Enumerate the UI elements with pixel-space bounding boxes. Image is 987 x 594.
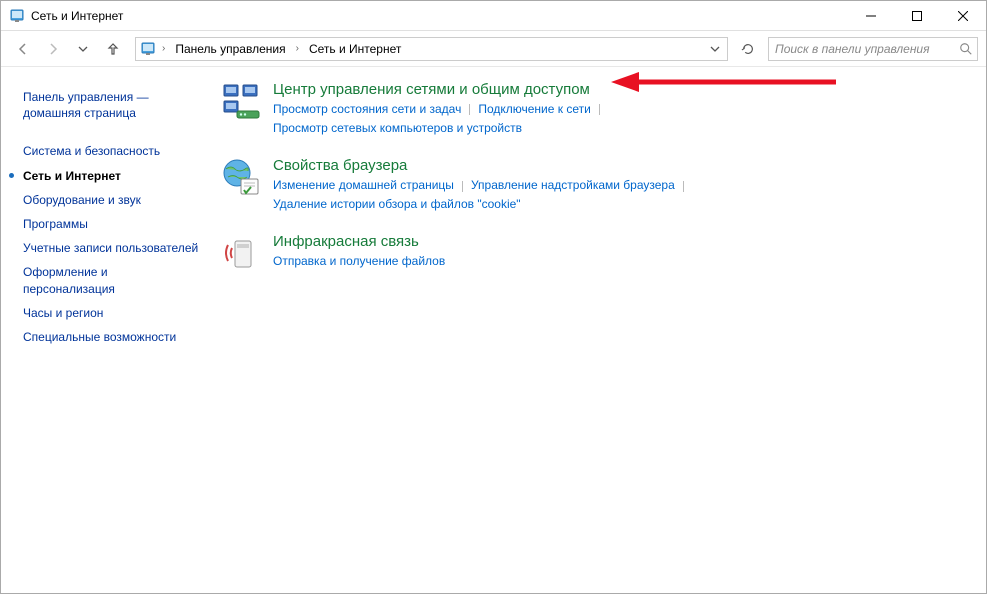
- link-connect-network[interactable]: Подключение к сети: [478, 102, 590, 116]
- link-separator: [599, 104, 600, 115]
- link-separator: [469, 104, 470, 115]
- search-input[interactable]: [773, 41, 959, 57]
- up-button[interactable]: [99, 35, 127, 63]
- refresh-button[interactable]: [736, 37, 760, 61]
- link-separator: [462, 181, 463, 192]
- sublinks: Просмотр состояния сети и задач Подключен…: [273, 100, 966, 137]
- sidebar-item-clock[interactable]: Часы и регион: [23, 301, 201, 325]
- breadcrumb[interactable]: › Панель управления › Сеть и Интернет: [135, 37, 728, 61]
- window-title: Сеть и Интернет: [31, 9, 123, 23]
- category-title-infrared[interactable]: Инфракрасная связь: [273, 233, 966, 250]
- category-body: Свойства браузера Изменение домашней стр…: [273, 157, 966, 213]
- sidebar-item-system[interactable]: Система и безопасность: [23, 139, 201, 163]
- window-controls: [848, 1, 986, 31]
- sidebar-item-programs[interactable]: Программы: [23, 212, 201, 236]
- link-separator: [683, 181, 684, 192]
- category-network-sharing: Центр управления сетями и общим доступом…: [221, 81, 966, 137]
- control-panel-icon: [140, 41, 156, 57]
- link-view-status[interactable]: Просмотр состояния сети и задач: [273, 102, 461, 116]
- body: Панель управления — домашняя страница Си…: [1, 67, 986, 593]
- back-button[interactable]: [9, 35, 37, 63]
- forward-button[interactable]: [39, 35, 67, 63]
- category-infrared: Инфракрасная связь Отправка и получение …: [221, 233, 966, 273]
- category-browser: Свойства браузера Изменение домашней стр…: [221, 157, 966, 213]
- category-title-network-sharing[interactable]: Центр управления сетями и общим доступом: [273, 81, 966, 98]
- breadcrumb-item-control-panel[interactable]: Панель управления: [171, 40, 289, 58]
- navbar: › Панель управления › Сеть и Интернет: [1, 31, 986, 67]
- search-icon[interactable]: [959, 42, 973, 56]
- link-send-receive-files[interactable]: Отправка и получение файлов: [273, 254, 445, 268]
- link-view-computers[interactable]: Просмотр сетевых компьютеров и устройств: [273, 121, 522, 135]
- sidebar-item-accessibility[interactable]: Специальные возможности: [23, 325, 201, 349]
- chevron-right-icon[interactable]: ›: [294, 43, 301, 54]
- sidebar-item-network[interactable]: Сеть и Интернет: [23, 164, 201, 188]
- titlebar: Сеть и Интернет: [1, 1, 986, 31]
- chevron-right-icon[interactable]: ›: [160, 43, 167, 54]
- control-panel-icon: [9, 8, 25, 24]
- link-manage-addons[interactable]: Управление надстройками браузера: [471, 178, 675, 192]
- sidebar-item-hardware[interactable]: Оборудование и звук: [23, 188, 201, 212]
- close-button[interactable]: [940, 1, 986, 31]
- sublinks: Изменение домашней страницы Управление на…: [273, 176, 966, 213]
- link-change-homepage[interactable]: Изменение домашней страницы: [273, 178, 454, 192]
- sidebar-item-accounts[interactable]: Учетные записи пользователей: [23, 236, 201, 260]
- content: Центр управления сетями и общим доступом…: [211, 67, 986, 593]
- search-box[interactable]: [768, 37, 978, 61]
- category-title-browser[interactable]: Свойства браузера: [273, 157, 966, 174]
- infrared-icon: [221, 233, 261, 273]
- sublinks: Отправка и получение файлов: [273, 252, 966, 271]
- category-body: Центр управления сетями и общим доступом…: [273, 81, 966, 137]
- breadcrumb-item-network[interactable]: Сеть и Интернет: [305, 40, 405, 58]
- recent-locations-button[interactable]: [69, 35, 97, 63]
- sidebar: Панель управления — домашняя страница Си…: [1, 67, 211, 593]
- link-delete-history[interactable]: Удаление истории обзора и файлов "cookie…: [273, 197, 521, 211]
- sidebar-item-appearance[interactable]: Оформление и персонализация: [23, 260, 201, 300]
- network-sharing-icon: [221, 81, 261, 121]
- sidebar-home[interactable]: Панель управления — домашняя страница: [23, 85, 201, 125]
- internet-options-icon: [221, 157, 261, 197]
- category-body: Инфракрасная связь Отправка и получение …: [273, 233, 966, 273]
- minimize-button[interactable]: [848, 1, 894, 31]
- maximize-button[interactable]: [894, 1, 940, 31]
- breadcrumb-dropdown[interactable]: [705, 38, 723, 60]
